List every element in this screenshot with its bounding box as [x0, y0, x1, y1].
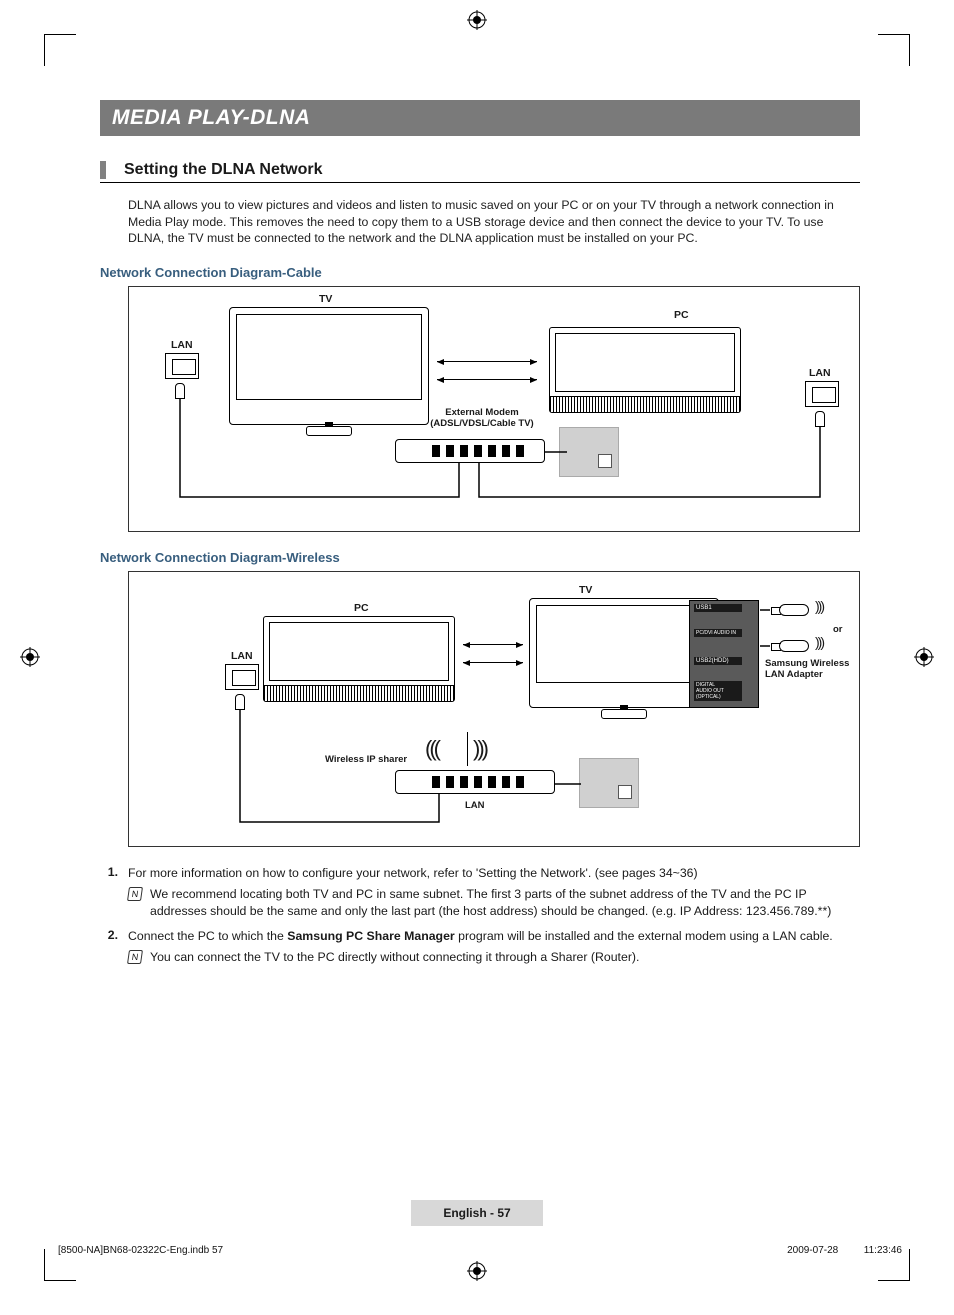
section-heading: Setting the DLNA Network	[100, 161, 860, 183]
registration-mark-icon	[914, 647, 934, 667]
diagram-wireless: PC LAN TV USB1 PC/DVI AUDIO IN USB2(HDD)…	[128, 571, 860, 847]
registration-mark-icon	[467, 1261, 487, 1281]
diagram-heading-cable: Network Connection Diagram-Cable	[100, 265, 860, 280]
note-text: You can connect the TV to the PC directl…	[150, 949, 860, 966]
footer-timestamp: 2009-07-28 11:23:46	[787, 1245, 902, 1256]
wall-jack-icon	[559, 427, 619, 477]
usb-dongle-icon	[779, 640, 809, 652]
note-text: We recommend locating both TV and PC in …	[150, 886, 860, 920]
note-icon: N	[127, 950, 143, 964]
router-device-icon	[395, 770, 555, 794]
registration-mark-icon	[467, 10, 487, 30]
arrow-bidir-icon	[437, 379, 537, 380]
step-text: Connect the PC to which the Samsung PC S…	[128, 928, 860, 945]
wall-jack-icon	[579, 758, 639, 808]
tv-label: TV	[319, 293, 332, 305]
crop-mark	[44, 34, 45, 66]
pc-label: PC	[354, 602, 369, 614]
adapter-label: Samsung Wireless LAN Adapter	[765, 658, 863, 680]
steps-list: 1. For more information on how to config…	[100, 865, 860, 966]
note-icon: N	[127, 887, 143, 901]
lan-port-icon	[165, 353, 199, 379]
page-banner: MEDIA PLAY-DLNA	[100, 100, 860, 136]
lan-port-icon	[805, 381, 839, 407]
crop-mark	[44, 1280, 76, 1281]
lan-label-left: LAN	[171, 339, 193, 351]
cable-stub-icon	[815, 411, 825, 427]
registration-mark-icon	[20, 647, 40, 667]
pc-device-icon	[549, 327, 741, 413]
list-item: 2. Connect the PC to which the Samsung P…	[100, 928, 860, 966]
diagram-cable: TV LAN PC LAN External Modem (ADSL/VDSL/…	[128, 286, 860, 532]
crop-mark	[878, 34, 910, 35]
lan-label-bottom: LAN	[465, 800, 485, 811]
antenna-icon	[467, 732, 468, 766]
sharer-label: Wireless IP sharer	[325, 754, 407, 765]
port-label: USB2(HDD)	[694, 657, 742, 665]
page-footer-label: English - 57	[411, 1200, 542, 1226]
arrow-bidir-icon	[463, 662, 523, 663]
port-label: PC/DVI AUDIO IN	[694, 629, 742, 637]
page-footer: English - 57	[0, 1198, 954, 1228]
port-label: USB1	[694, 604, 742, 612]
modem-label: External Modem (ADSL/VDSL/Cable TV)	[407, 407, 557, 429]
lan-label-right: LAN	[809, 367, 831, 379]
modem-device-icon	[395, 439, 545, 463]
or-label: or	[833, 624, 843, 635]
tv-back-panel-icon: USB1 PC/DVI AUDIO IN USB2(HDD) DIGITAL A…	[689, 600, 759, 708]
diagram-heading-wireless: Network Connection Diagram-Wireless	[100, 550, 860, 565]
arrow-bidir-icon	[437, 361, 537, 362]
lan-port-icon	[225, 664, 259, 690]
crop-mark	[909, 1249, 910, 1281]
lan-label: LAN	[231, 650, 253, 662]
step-number: 2.	[100, 928, 128, 966]
crop-mark	[878, 1280, 910, 1281]
wireless-waves-icon: )))	[473, 736, 486, 762]
crop-mark	[44, 1249, 45, 1281]
footer-filename: [8500-NA]BN68-02322C-Eng.indb 57	[58, 1245, 223, 1256]
tv-label: TV	[579, 584, 592, 596]
cable-stub-icon	[175, 383, 185, 399]
heading-accent-bar	[100, 161, 106, 179]
wireless-waves-icon: )))	[815, 598, 823, 614]
arrow-bidir-icon	[463, 644, 523, 645]
cable-stub-icon	[235, 694, 245, 710]
port-label: DIGITAL AUDIO OUT (OPTICAL)	[694, 681, 742, 701]
wireless-waves-icon: )))	[815, 634, 823, 650]
section-title: Setting the DLNA Network	[124, 161, 323, 179]
tv-device-icon	[229, 307, 429, 425]
usb-dongle-icon	[779, 604, 809, 616]
crop-mark	[44, 34, 76, 35]
wireless-waves-icon: (((	[425, 736, 438, 762]
pc-device-icon	[263, 616, 455, 702]
list-item: 1. For more information on how to config…	[100, 865, 860, 920]
intro-paragraph: DLNA allows you to view pictures and vid…	[128, 197, 860, 247]
crop-mark	[909, 34, 910, 66]
step-number: 1.	[100, 865, 128, 920]
step-text: For more information on how to configure…	[128, 865, 860, 882]
pc-label: PC	[674, 309, 689, 321]
